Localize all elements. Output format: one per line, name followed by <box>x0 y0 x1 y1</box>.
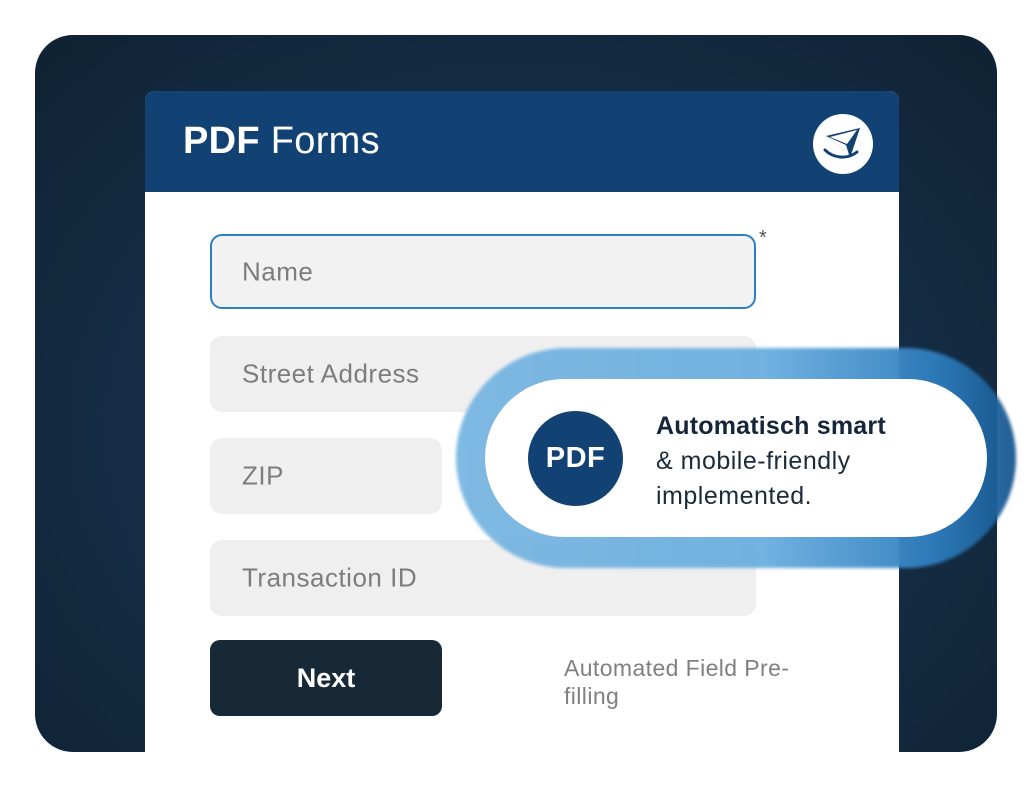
callout-headline: Automatisch smart <box>656 412 886 440</box>
form-header: PDF Forms <box>145 91 899 192</box>
stage: PDF Forms Name * Street Address ZIP Tran… <box>0 0 1029 790</box>
feature-callout: PDF Automatisch smart & mobile-friendly … <box>485 379 987 537</box>
name-placeholder: Name <box>242 256 314 286</box>
transaction-id-placeholder: Transaction ID <box>242 562 418 593</box>
zip-field[interactable]: ZIP <box>210 438 442 514</box>
street-address-placeholder: Street Address <box>242 358 420 389</box>
required-asterisk: * <box>759 227 767 249</box>
name-field[interactable]: Name <box>210 234 756 309</box>
pdf-badge: PDF <box>528 411 623 506</box>
form-title: PDF Forms <box>183 120 380 163</box>
form-title-bold: PDF <box>183 120 260 162</box>
callout-line-3: implemented. <box>656 482 813 510</box>
form-title-light: Forms <box>270 120 380 162</box>
paper-plane-logo-icon <box>813 114 873 174</box>
callout-text: Automatisch smart & mobile-friendly impl… <box>656 409 976 514</box>
callout-line-2: & mobile-friendly <box>656 447 851 475</box>
prefill-note: Automated Field Pre-filling <box>564 655 790 709</box>
zip-placeholder: ZIP <box>242 460 284 491</box>
next-button[interactable]: Next <box>210 640 442 716</box>
